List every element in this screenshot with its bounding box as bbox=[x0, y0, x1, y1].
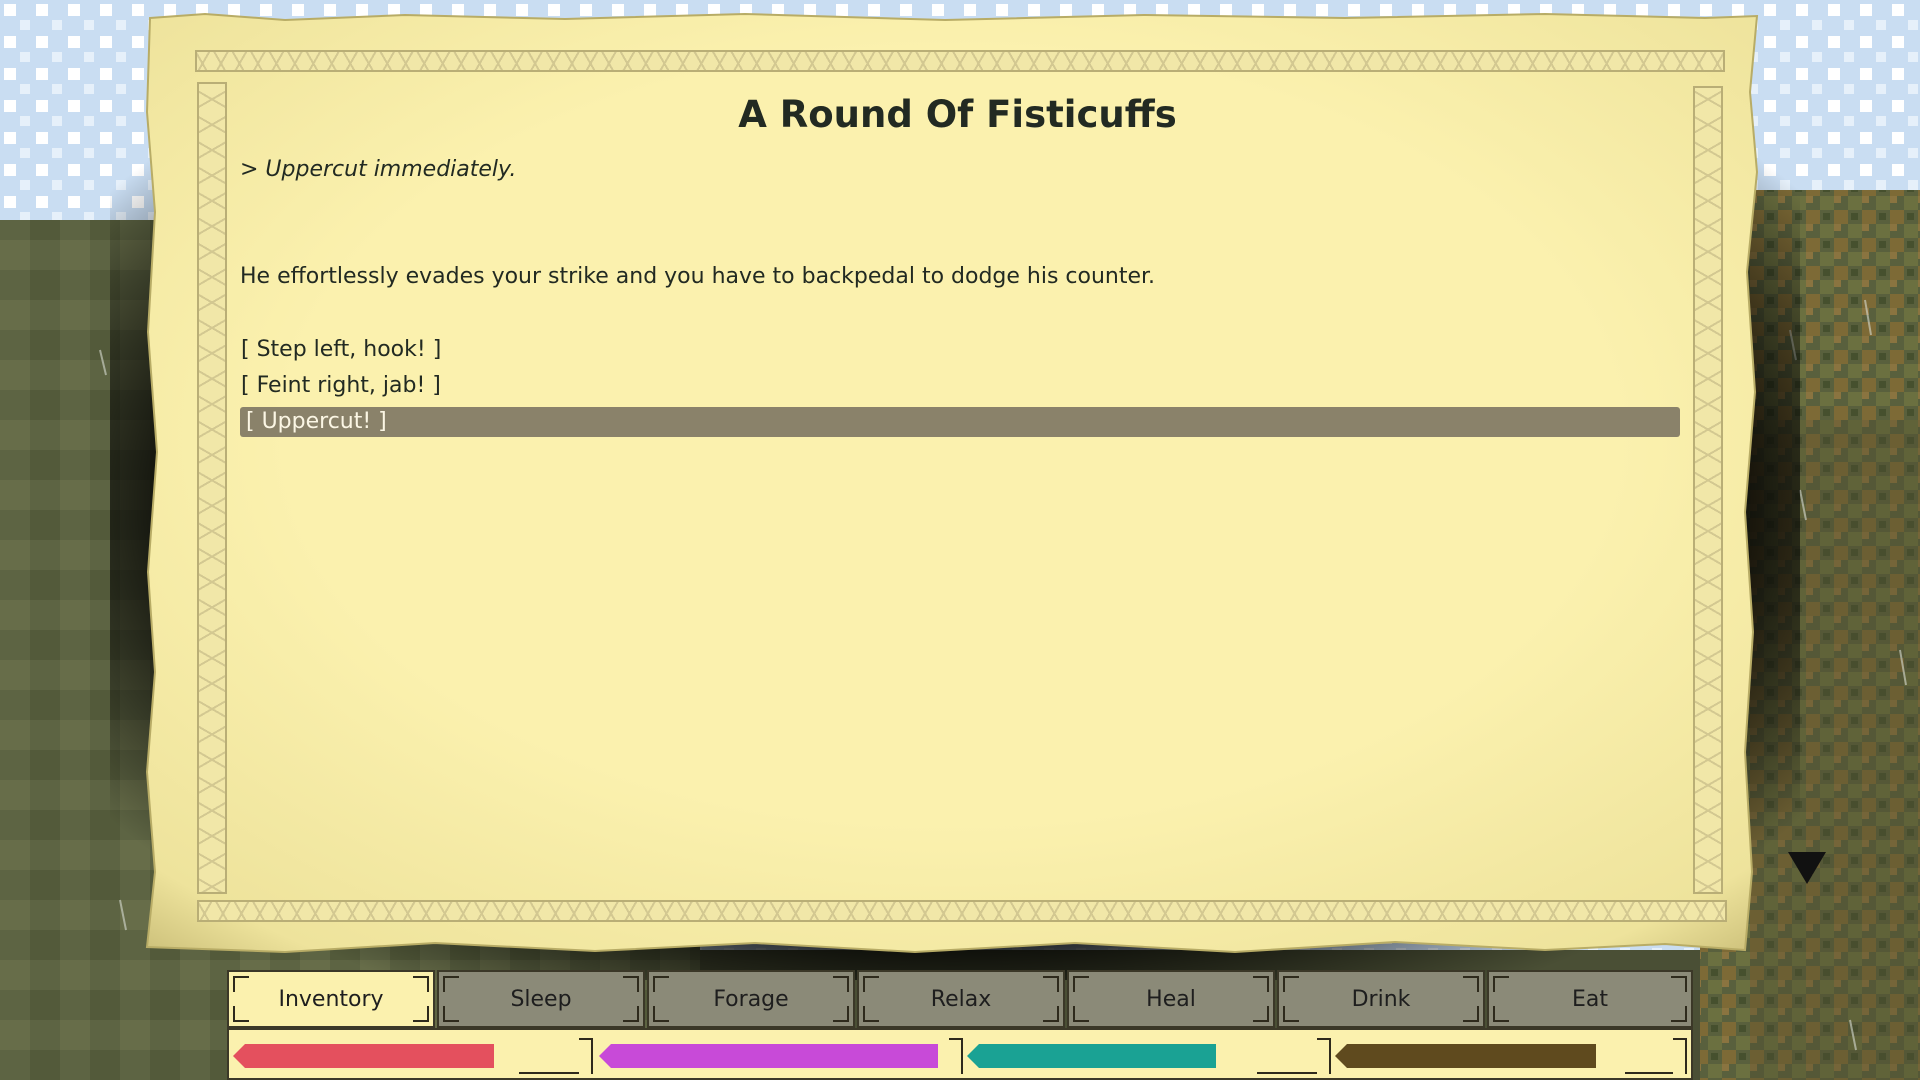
status-meters bbox=[227, 1028, 1693, 1080]
choice-feint-right-jab[interactable]: [ Feint right, jab! ] bbox=[240, 371, 1680, 401]
tab-sleep-label: Sleep bbox=[510, 987, 572, 1012]
tab-heal[interactable]: Heal bbox=[1067, 970, 1275, 1028]
ornate-border-right bbox=[1693, 86, 1723, 894]
tab-sleep[interactable]: Sleep bbox=[437, 970, 645, 1028]
tab-eat-label: Eat bbox=[1571, 987, 1608, 1012]
choice-step-left-hook[interactable]: [ Step left, hook! ] bbox=[240, 335, 1680, 365]
ornate-border-top bbox=[195, 50, 1725, 72]
energy-meter-fill bbox=[599, 1044, 938, 1068]
health-meter-fill bbox=[233, 1044, 494, 1068]
tab-drink-label: Drink bbox=[1351, 987, 1411, 1012]
action-bar: Inventory Sleep Forage Relax Heal Drink … bbox=[227, 970, 1693, 1080]
tab-eat[interactable]: Eat bbox=[1487, 970, 1693, 1028]
story-title: A Round Of Fisticuffs bbox=[738, 93, 1177, 136]
tab-heal-label: Heal bbox=[1146, 987, 1196, 1012]
ornate-border-left bbox=[197, 82, 227, 894]
food-meter-fill bbox=[1335, 1044, 1596, 1068]
tab-relax-label: Relax bbox=[930, 987, 992, 1012]
health-meter bbox=[233, 1038, 593, 1074]
narrative-text: He effortlessly evades your strike and y… bbox=[240, 264, 1156, 289]
choice-list: [ Step left, hook! ] [ Feint right, jab!… bbox=[240, 335, 1680, 443]
tab-relax[interactable]: Relax bbox=[857, 970, 1065, 1028]
water-meter-fill bbox=[967, 1044, 1216, 1068]
story-content: A Round Of Fisticuffs > Uppercut immedia… bbox=[240, 82, 1680, 882]
player-action-text: > Uppercut immediately. bbox=[240, 157, 517, 182]
energy-meter bbox=[599, 1038, 963, 1074]
tab-inventory[interactable]: Inventory bbox=[227, 970, 435, 1028]
tab-forage[interactable]: Forage bbox=[647, 970, 855, 1028]
down-triangle-icon[interactable] bbox=[1788, 852, 1826, 884]
food-meter bbox=[1335, 1038, 1687, 1074]
tab-forage-label: Forage bbox=[713, 987, 789, 1012]
tab-inventory-label: Inventory bbox=[278, 987, 384, 1012]
water-meter bbox=[967, 1038, 1331, 1074]
tab-drink[interactable]: Drink bbox=[1277, 970, 1485, 1028]
ornate-border-bottom bbox=[197, 900, 1727, 922]
choice-uppercut[interactable]: [ Uppercut! ] bbox=[240, 407, 1680, 437]
